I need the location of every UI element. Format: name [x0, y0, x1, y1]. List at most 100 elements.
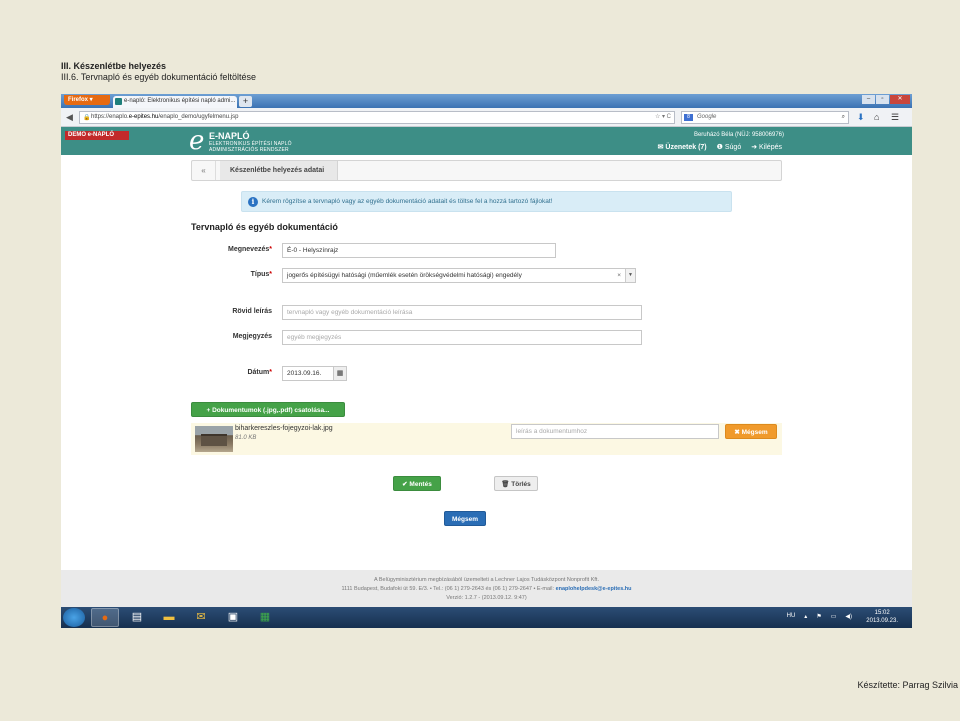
name-label: Megnevezés*: [192, 246, 272, 253]
section-title: Tervnapló és egyéb dokumentáció: [191, 222, 338, 232]
close-icon[interactable]: ✕: [890, 95, 910, 104]
file-cancel-button[interactable]: ✖ Mégsem: [725, 424, 777, 439]
footer-contact: 1111 Budapest, Budafoki út 59. E/3. • Te…: [341, 586, 556, 592]
network-icon[interactable]: ▭: [831, 613, 837, 620]
url-bar[interactable]: 🔒 https://enaplo.e-epites.hu/enaplo_demo…: [79, 111, 675, 124]
file-description-input[interactable]: leírás a dokumentumhoz: [511, 424, 719, 439]
type-label: Típus*: [192, 271, 272, 278]
clock-time: 15:02: [874, 610, 890, 616]
type-select[interactable]: jogerős építésügyi hatósági (műemlék ese…: [282, 268, 636, 283]
firefox-taskbar-icon[interactable]: ●: [91, 608, 119, 627]
file-thumbnail: [195, 426, 233, 452]
breadcrumb-back-button[interactable]: «: [192, 161, 216, 180]
logo-icon: e: [189, 126, 205, 156]
back-arrow-icon[interactable]: ◀: [66, 112, 73, 122]
logo-subtitle-2: ADMINISZTRÁCIÓS RENDSZER: [209, 147, 289, 153]
clear-icon[interactable]: ×: [617, 269, 621, 282]
date-input[interactable]: 2013.09.16.: [282, 366, 334, 381]
name-label-text: Megnevezés: [228, 246, 270, 253]
footer-line-1: A Belügyminisztérium megbízásából üzemel…: [373, 577, 599, 583]
reload-icon[interactable]: ☆ ▾ C: [655, 112, 671, 123]
browser-nav-bar: ◀ 🔒 https://enaplo.e-epites.hu/enaplo_de…: [61, 108, 912, 127]
document-subheading: III.6. Tervnapló és egyéb dokumentáció f…: [61, 72, 256, 82]
demo-badge: DEMO e-NAPLÓ: [65, 131, 129, 140]
delete-button[interactable]: 🗑 Törlés: [494, 476, 538, 491]
minimize-icon[interactable]: –: [862, 95, 875, 104]
footer-version: Verzió: 1.2.7 - (2013.09.12. 9:47): [446, 595, 527, 601]
short-desc-input[interactable]: tervnapló vagy egyéb dokumentáció leírás…: [282, 305, 642, 320]
tray-arrow-icon[interactable]: ▴: [804, 613, 807, 620]
breadcrumb: « Készenlétbe helyezés adatai: [191, 160, 782, 181]
app-taskbar-icon[interactable]: ▣: [219, 608, 247, 627]
footer-line-2: 1111 Budapest, Budafoki út 59. E/3. • Te…: [61, 585, 912, 594]
browser-tab[interactable]: e-napló: Elektronikus építési napló admi…: [113, 96, 237, 108]
search-icon[interactable]: ⌕: [842, 112, 845, 123]
messages-label: Üzenetek (7): [665, 144, 707, 151]
type-select-value: jogerős építésügyi hatósági (műemlék ese…: [287, 272, 522, 279]
word-taskbar-icon[interactable]: ▤: [123, 608, 151, 627]
url-path: /enaplo_demo/ugyfelmenu.jsp: [158, 114, 239, 120]
save-button[interactable]: ✔ Mentés: [393, 476, 441, 491]
attach-documents-button[interactable]: + Dokumentumok (.jpg,.pdf) csatolása...: [191, 402, 345, 417]
window-controls: – ▫ ✕: [862, 95, 910, 104]
maximize-icon[interactable]: ▫: [876, 95, 889, 104]
explorer-taskbar-icon[interactable]: ▬: [155, 608, 183, 627]
favicon-icon: [115, 98, 122, 105]
logout-label: Kilépés: [759, 144, 782, 151]
page-footer: A Belügyminisztérium megbízásából üzemel…: [61, 570, 912, 607]
author-credit: Készítette: Parrag Szilvia: [857, 680, 958, 690]
required-mark: *: [269, 246, 272, 253]
app-header: DEMO e-NAPLÓ e E-NAPLÓ ELEKTRONIKUS ÉPÍT…: [61, 127, 912, 155]
lock-icon: 🔒: [83, 115, 91, 121]
firefox-label: Firefox: [68, 97, 89, 103]
required-mark: *: [269, 271, 272, 278]
calendar-icon[interactable]: ▦: [333, 366, 347, 381]
type-label-text: Típus: [250, 271, 270, 278]
flag-icon[interactable]: ⚑: [816, 613, 821, 620]
download-icon[interactable]: ⬇: [857, 111, 865, 123]
url-domain: e-epites.hu: [128, 114, 159, 120]
info-icon: i: [248, 197, 258, 207]
menu-icon[interactable]: ☰: [891, 111, 899, 123]
alert-text: Kérem rögzítse a tervnapló vagy az egyéb…: [262, 198, 553, 205]
logo-subtitle: ELEKTRONIKUS ÉPÍTÉSI NAPLÓ ADMINISZTRÁCI…: [209, 141, 292, 153]
home-icon[interactable]: ⌂: [874, 111, 879, 123]
file-row: biharkereszles-fojegyzoi-lak.jpg 81.0 KB…: [191, 423, 782, 455]
excel-taskbar-icon[interactable]: ▦: [251, 608, 279, 627]
breadcrumb-current[interactable]: Készenlétbe helyezés adatai: [220, 161, 338, 180]
footer-email-link[interactable]: enaplohelpdesk@e-epites.hu: [556, 586, 632, 592]
note-input[interactable]: egyéb megjegyzés: [282, 330, 642, 345]
cancel-button[interactable]: Mégsem: [444, 511, 486, 526]
start-button[interactable]: [63, 608, 85, 627]
name-input[interactable]: É-0 - Helyszínrajz: [282, 243, 556, 258]
date-label: Dátum*: [192, 369, 272, 376]
date-label-text: Dátum: [247, 369, 270, 376]
file-name: biharkereszles-fojegyzoi-lak.jpg: [235, 425, 333, 432]
url-scheme: https://enaplo.: [91, 114, 129, 120]
search-bar[interactable]: 8 Google ⌕: [681, 111, 849, 124]
language-indicator[interactable]: HU: [787, 613, 796, 620]
browser-screenshot: Firefox ▾ e-napló: Elektronikus építési …: [61, 94, 912, 628]
tab-title: e-napló: Elektronikus építési napló admi…: [124, 98, 236, 104]
help-label: Súgó: [724, 144, 742, 151]
document-heading: III. Készenlétbe helyezés: [61, 61, 167, 71]
volume-icon[interactable]: ◀): [845, 613, 852, 620]
search-engine-icon: 8: [684, 114, 693, 121]
firefox-menu-button[interactable]: Firefox ▾: [64, 95, 110, 105]
short-desc-label: Rövid leírás: [232, 308, 272, 315]
search-placeholder: Google: [697, 114, 717, 120]
logout-link[interactable]: ➜ Kilépés: [751, 143, 782, 151]
taskbar-clock[interactable]: 15:02 2013.09.23.: [866, 609, 898, 625]
user-name: Beruházó Béla (NÜJ: 958006976): [693, 132, 784, 138]
browser-tab-bar: Firefox ▾ e-napló: Elektronikus építési …: [61, 94, 912, 108]
system-tray: HU ▴ ⚑ ▭ ◀): [787, 613, 852, 620]
info-alert: i Kérem rögzítse a tervnapló vagy az egy…: [241, 191, 732, 212]
file-size: 81.0 KB: [235, 435, 257, 441]
chevron-down-icon[interactable]: ▼: [625, 269, 635, 282]
new-tab-button[interactable]: +: [239, 96, 252, 107]
mail-taskbar-icon[interactable]: ✉: [187, 608, 215, 627]
required-mark: *: [269, 369, 272, 376]
messages-link[interactable]: ✉ Üzenetek (7): [658, 143, 707, 151]
help-link[interactable]: ❶ Súgó: [717, 143, 742, 151]
windows-taskbar: ● ▤ ▬ ✉ ▣ ▦ HU ▴ ⚑ ▭ ◀) 15:02 2013.09.23…: [61, 607, 912, 628]
